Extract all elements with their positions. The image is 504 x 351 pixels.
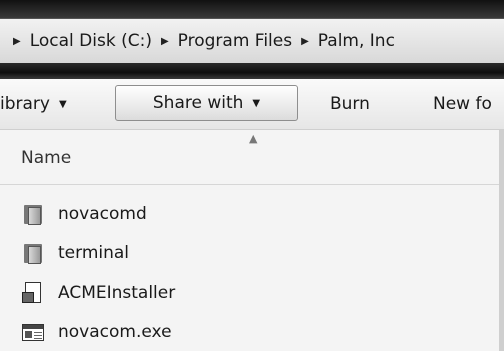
include-in-library-label: ibrary — [0, 94, 50, 114]
command-toolbar: ibrary ▼ Share with ▼ Burn New fo — [0, 79, 504, 130]
breadcrumb-item-palm-inc[interactable]: Palm, Inc — [318, 31, 395, 51]
list-item[interactable]: novacomd — [22, 197, 492, 231]
share-with-button[interactable]: Share with ▼ — [115, 85, 298, 121]
breadcrumb-item-program-files[interactable]: Program Files — [178, 31, 292, 51]
include-in-library-button[interactable]: ibrary ▼ — [0, 79, 67, 129]
breadcrumb-separator-icon[interactable]: ▶ — [301, 36, 309, 47]
file-name: novacomd — [58, 204, 147, 224]
new-folder-label: New fo — [433, 94, 492, 114]
folder-icon — [22, 242, 44, 264]
file-name: novacom.exe — [58, 322, 172, 342]
column-header-name[interactable]: Name — [21, 148, 71, 168]
breadcrumb-separator-icon[interactable]: ▶ — [13, 36, 21, 47]
share-with-label: Share with — [152, 93, 244, 113]
list-item[interactable]: terminal — [22, 236, 492, 270]
file-name: ACMEInstaller — [58, 283, 176, 303]
column-header-divider — [0, 184, 504, 185]
executable-icon — [22, 321, 44, 343]
chevron-down-icon: ▼ — [58, 98, 67, 110]
installer-file-icon — [22, 282, 44, 304]
file-name: terminal — [58, 243, 130, 263]
burn-button[interactable]: Burn — [330, 79, 370, 129]
window-title-bar — [0, 0, 504, 18]
burn-label: Burn — [330, 94, 370, 114]
breadcrumb[interactable]: ▶ Local Disk (C:) ▶ Program Files ▶ Palm… — [0, 18, 504, 64]
chevron-down-icon: ▼ — [252, 97, 261, 109]
sort-ascending-icon: ▲ — [249, 132, 258, 145]
vertical-scrollbar[interactable] — [499, 130, 504, 351]
breadcrumb-separator-icon[interactable]: ▶ — [161, 36, 169, 47]
new-folder-button[interactable]: New fo — [433, 79, 492, 129]
folder-icon — [22, 203, 44, 225]
list-item[interactable]: novacom.exe — [22, 315, 492, 349]
breadcrumb-item-local-disk[interactable]: Local Disk (C:) — [30, 31, 152, 51]
pane-divider — [0, 63, 504, 79]
list-item[interactable]: ACMEInstaller — [22, 276, 492, 310]
